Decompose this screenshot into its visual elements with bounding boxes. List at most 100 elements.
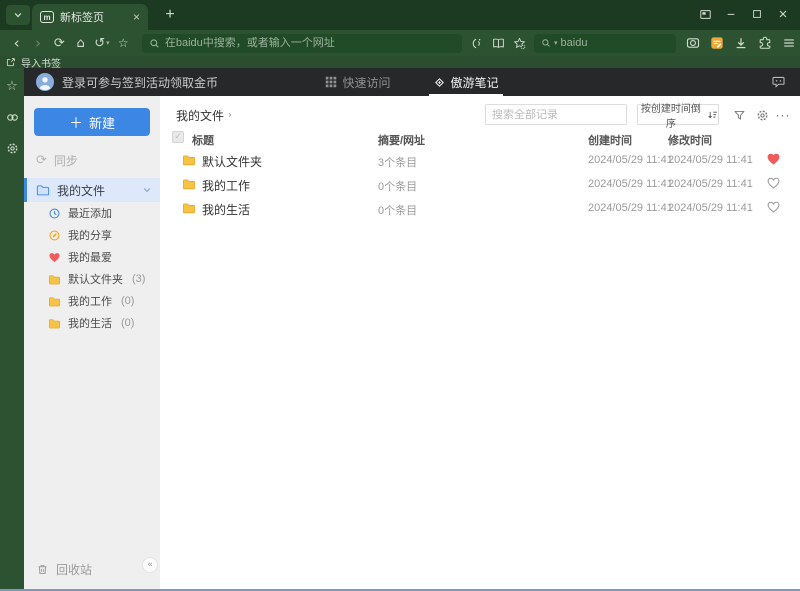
toolbar-right-icons <box>682 32 800 54</box>
folder-icon <box>36 185 50 196</box>
breadcrumb-arrow-icon: › <box>228 109 233 121</box>
undo-button[interactable]: ↺ ▾ <box>91 32 112 54</box>
filter-button[interactable] <box>730 106 748 124</box>
sidebar-item-shares[interactable]: 我的分享 <box>24 224 160 246</box>
item-label: 最近添加 <box>68 208 112 220</box>
notes-header: 登录可参与签到活动领取金币 快速访问 傲游笔记 <box>24 68 800 96</box>
favorites-manager-button[interactable] <box>509 32 530 54</box>
folder-icon <box>48 296 61 306</box>
chevron-down-icon[interactable] <box>142 185 152 195</box>
tab-maxnote[interactable]: 傲游笔记 <box>429 68 503 96</box>
tab-quick-access[interactable]: 快速访问 <box>321 68 394 96</box>
screenshot-button[interactable] <box>682 32 704 54</box>
sidebar-item-recent[interactable]: 最近添加 <box>24 202 160 224</box>
table-row[interactable]: 我的工作 0个条目 2024/05/29 11:41 2024/05/29 11… <box>160 172 800 196</box>
new-note-label: 新建 <box>88 115 115 131</box>
maximize-button[interactable] <box>744 2 770 26</box>
favorite-toggle[interactable] <box>766 176 781 190</box>
column-header-modified[interactable]: 修改时间 <box>668 132 712 148</box>
notes-search-input[interactable] <box>492 108 634 121</box>
settings-button[interactable] <box>753 106 771 124</box>
download-icon <box>736 38 746 49</box>
sidebar-item-life-folder[interactable]: 我的生活 (0) <box>24 312 160 334</box>
downloads-button[interactable] <box>730 32 752 54</box>
table-row[interactable]: 默认文件夹 3个条目 2024/05/29 11:41 2024/05/29 1… <box>160 148 800 172</box>
infinity-icon <box>6 113 18 121</box>
item-label: 我的最爱 <box>68 252 112 264</box>
menu-button[interactable] <box>778 32 800 54</box>
search-icon <box>542 39 550 47</box>
new-note-button[interactable]: ＋ 新建 <box>34 108 150 136</box>
sidebar-item-favorites[interactable]: 我的最爱 <box>24 246 160 268</box>
sidebar-collapse-button[interactable]: « <box>142 557 158 573</box>
new-tab-button[interactable]: + <box>158 4 182 26</box>
browser-tab-bar: m 新标签页 × + <box>0 0 800 30</box>
maxnote-button[interactable] <box>706 32 728 54</box>
sidebar-item-sync[interactable]: ⟳ 同步 <box>24 150 160 170</box>
minimize-button[interactable] <box>718 2 744 26</box>
breadcrumb[interactable]: 我的文件 › <box>176 107 232 124</box>
strip-apps-button[interactable] <box>3 108 21 126</box>
column-header-created[interactable]: 创建时间 <box>588 132 632 148</box>
forward-icon: › <box>34 33 41 52</box>
engine-search-input[interactable] <box>560 37 669 49</box>
heart-icon <box>49 252 60 262</box>
boss-key-button[interactable] <box>692 2 718 26</box>
close-button[interactable] <box>770 2 796 26</box>
note-icon <box>711 37 723 49</box>
row-title: 默认文件夹 <box>202 155 263 169</box>
row-summary: 0个条目 <box>378 205 418 217</box>
minimize-icon <box>727 13 735 15</box>
feedback-button[interactable] <box>771 75 786 89</box>
tab-list-chevron-button[interactable] <box>6 5 30 25</box>
sidebar-item-work-folder[interactable]: 我的工作 (0) <box>24 290 160 312</box>
favorite-page-button[interactable]: ☆ <box>113 32 134 54</box>
favorite-toggle[interactable] <box>766 152 781 166</box>
book-icon <box>492 38 504 48</box>
sidebar-item-default-folder[interactable]: 默认文件夹 (3) <box>24 268 160 290</box>
strip-favorites-button[interactable]: ☆ <box>3 77 21 95</box>
engine-search-box: ▾ <box>534 33 676 53</box>
favorite-toggle[interactable] <box>766 200 781 214</box>
browser-tab-newtab[interactable]: m 新标签页 × <box>32 4 148 30</box>
item-label: 我的分享 <box>68 230 112 242</box>
read-aloud-button[interactable] <box>466 32 487 54</box>
read-aloud-icon <box>473 38 481 48</box>
row-title: 我的生活 <box>202 203 251 217</box>
row-created: 2024/05/29 11:41 <box>588 154 673 166</box>
breadcrumb-label: 我的文件 <box>176 109 225 123</box>
engine-dropdown-icon[interactable]: ▾ <box>554 39 558 47</box>
strip-settings-button[interactable] <box>3 139 21 157</box>
maxthon-logo-icon: m <box>40 11 54 23</box>
sort-label: 按创建时间倒序 <box>640 103 701 130</box>
folder-icon <box>183 155 195 166</box>
sidebar-item-my-files[interactable]: 我的文件 <box>24 178 160 202</box>
notes-main-toolbar: 我的文件 › 按创建时间倒序 ··· <box>160 104 800 130</box>
star-icon: ☆ <box>117 36 129 50</box>
sync-label: 同步 <box>53 153 78 168</box>
table-header: ✓ 标题 摘要/网址 创建时间 修改时间 <box>160 130 800 148</box>
close-icon <box>779 10 787 18</box>
grid-icon <box>326 76 337 88</box>
address-input[interactable] <box>164 37 456 49</box>
gear-icon <box>757 110 767 120</box>
reading-mode-button[interactable] <box>487 32 508 54</box>
row-modified: 2024/05/29 11:41 <box>668 154 753 166</box>
select-all-checkbox[interactable]: ✓ <box>172 131 184 143</box>
tab-close-button[interactable]: × <box>133 10 140 24</box>
star-gear-icon <box>513 36 526 49</box>
column-header-summary[interactable]: 摘要/网址 <box>378 132 425 148</box>
forward-button[interactable]: › <box>27 32 48 54</box>
extensions-button[interactable] <box>754 32 776 54</box>
sidebar-item-trash[interactable]: 回收站 <box>24 559 92 579</box>
more-button[interactable]: ··· <box>774 106 792 124</box>
back-button[interactable]: ‹ <box>6 32 27 54</box>
browser-window: m 新标签页 × + ‹ › ⟳ ⌂ ↺ ▾ ☆ 在baidu中搜索，或者输入一… <box>0 0 800 591</box>
reload-button[interactable]: ⟳ <box>49 32 70 54</box>
more-icon: ··· <box>775 108 791 122</box>
table-row[interactable]: 我的生活 0个条目 2024/05/29 11:41 2024/05/29 11… <box>160 196 800 220</box>
sort-order-button[interactable]: 按创建时间倒序 <box>637 104 719 130</box>
address-bar <box>141 33 463 53</box>
column-header-title[interactable]: 标题 <box>192 132 214 148</box>
home-button[interactable]: ⌂ <box>70 32 91 54</box>
